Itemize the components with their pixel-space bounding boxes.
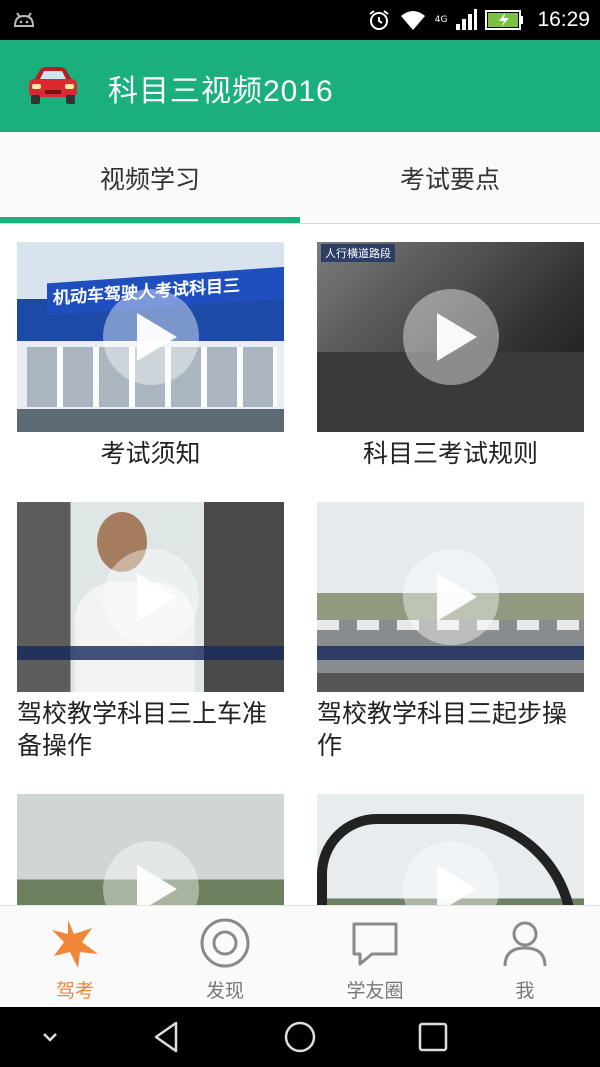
nav-item-drive-exam[interactable]: 驾考 (0, 906, 150, 1008)
nav-label: 驾考 (55, 980, 94, 1002)
video-thumbnail[interactable]: 机动车驾驶人考试科目三 (17, 242, 284, 432)
tab-video-study[interactable]: 视频学习 (0, 132, 300, 224)
tab-exam-points[interactable]: 考试要点 (300, 132, 600, 224)
play-icon[interactable] (102, 289, 199, 385)
system-nav-bar (0, 1007, 600, 1067)
video-card[interactable]: 机动车驾驶人考试科目三 考试须知 (17, 242, 284, 470)
status-bar: 4G 16:29 (0, 0, 600, 40)
chat-bubble-icon (352, 922, 398, 966)
video-card[interactable]: 驾校教学科目三起步操作 (317, 502, 584, 762)
video-thumbnail[interactable]: 人行横道路段 (317, 242, 584, 432)
bottom-nav: 驾考 发现 学友圈 我 (0, 905, 600, 1007)
nav-label: 学友圈 (346, 980, 404, 1002)
target-icon (200, 918, 250, 968)
video-title[interactable]: 考试须知 (17, 438, 284, 470)
nav-item-friends-circle[interactable]: 学友圈 (300, 906, 450, 1008)
video-thumbnail[interactable] (17, 502, 284, 692)
play-icon[interactable] (102, 841, 199, 905)
back-icon[interactable] (146, 1015, 190, 1059)
play-icon[interactable] (402, 289, 499, 385)
wifi-icon (400, 11, 425, 30)
app-bar: 科目三视频2016 (0, 40, 600, 132)
status-time: 16:29 (537, 8, 590, 31)
video-title[interactable]: 驾校教学科目三上车准备操作 (17, 698, 284, 762)
play-icon[interactable] (102, 549, 199, 645)
tab-indicator (0, 217, 300, 223)
video-card[interactable] (17, 794, 284, 905)
tab-bar: 视频学习 考试要点 (0, 132, 600, 224)
video-grid[interactable]: 机动车驾驶人考试科目三 考试须知 人行横道路段 科目三考试规则 驾校教学科目三上… (0, 225, 600, 905)
video-thumbnail[interactable] (17, 794, 284, 905)
red-car-icon (29, 67, 77, 104)
video-card[interactable]: 人行横道路段 科目三考试规则 (317, 242, 584, 470)
battery-charging-icon (485, 10, 524, 30)
video-card[interactable] (317, 794, 584, 905)
star-burst-icon (52, 920, 98, 968)
play-icon[interactable] (402, 549, 499, 645)
nav-label: 我 (515, 980, 535, 1002)
nav-item-discover[interactable]: 发现 (150, 906, 300, 1008)
video-card[interactable]: 驾校教学科目三上车准备操作 (17, 502, 284, 762)
nav-item-me[interactable]: 我 (450, 906, 600, 1008)
thumbnail-caption-tag: 人行横道路段 (321, 244, 395, 262)
nav-label: 发现 (205, 980, 244, 1002)
alarm-icon (369, 10, 389, 30)
android-debug-icon (13, 12, 35, 27)
recent-apps-icon[interactable] (411, 1015, 455, 1059)
video-thumbnail[interactable] (317, 502, 584, 692)
signal-icon (456, 9, 478, 30)
video-thumbnail[interactable] (317, 794, 584, 905)
network-type-label: 4G (434, 14, 448, 25)
chevron-down-icon[interactable] (28, 1015, 72, 1059)
video-title[interactable]: 驾校教学科目三起步操作 (317, 698, 584, 762)
page-title: 科目三视频2016 (108, 75, 334, 108)
person-icon (503, 921, 547, 967)
video-title[interactable]: 科目三考试规则 (317, 438, 584, 470)
home-icon[interactable] (278, 1015, 322, 1059)
